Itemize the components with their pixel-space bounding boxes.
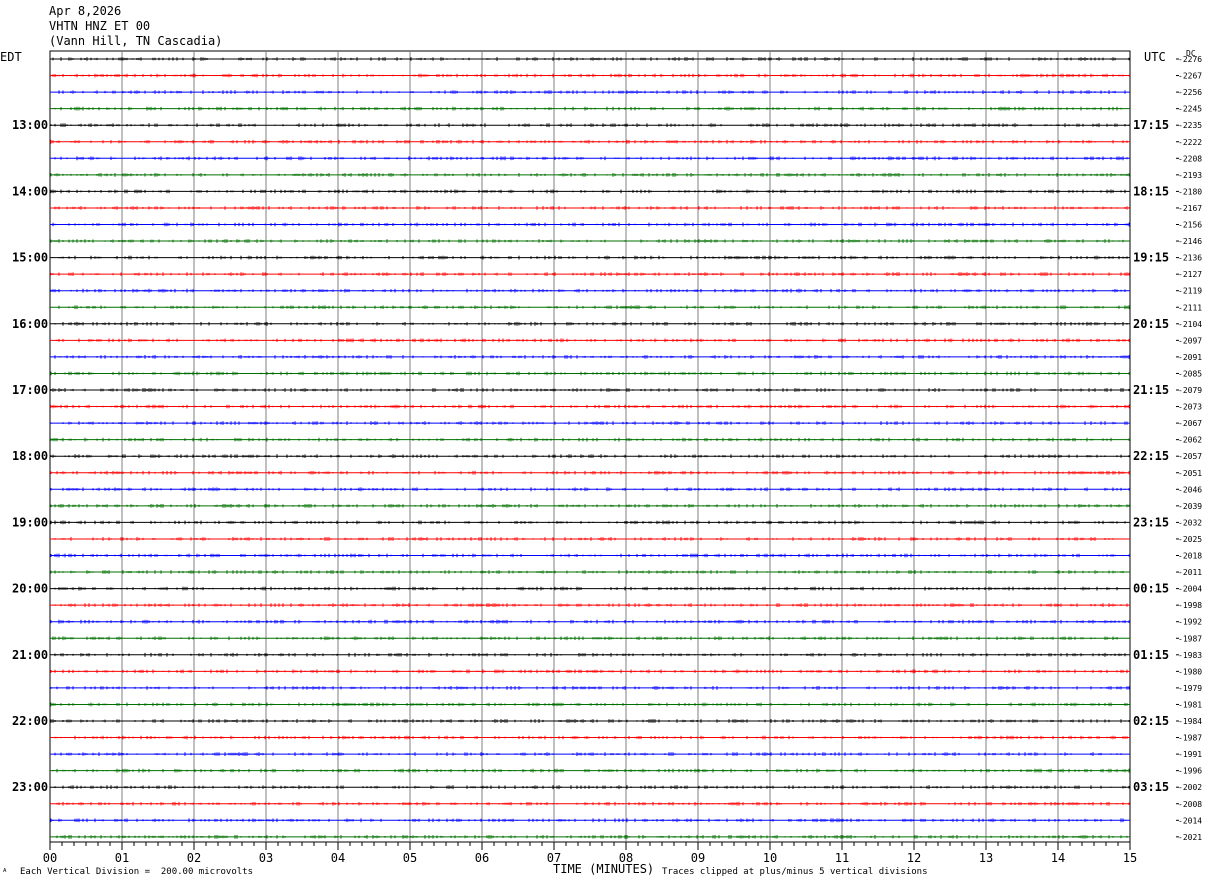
- edt-hour-label: 18:00: [12, 449, 48, 463]
- dc-offset-label: -2119: [1178, 287, 1202, 296]
- utc-hour-label: 19:15: [1133, 251, 1169, 265]
- x-tick-label: 06: [475, 851, 489, 865]
- scale-note: Each Vertical Division = 200.00 microvol…: [20, 867, 253, 877]
- x-tick-label: 01: [115, 851, 129, 865]
- dc-offset-label: -1979: [1178, 684, 1202, 693]
- dc-offset-label: -2025: [1178, 535, 1202, 544]
- dc-offset-label: -1983: [1178, 651, 1202, 660]
- edt-hour-label: 23:00: [12, 780, 48, 794]
- utc-hour-label: 03:15: [1133, 780, 1169, 794]
- dc-offset-label: -2051: [1178, 469, 1202, 478]
- dc-offset-label: -2146: [1178, 237, 1202, 246]
- utc-hour-label: 01:15: [1133, 648, 1169, 662]
- dc-offset-label: -2136: [1178, 254, 1202, 263]
- utc-hour-label: 18:15: [1133, 184, 1169, 198]
- plot-frame: [49, 50, 1131, 843]
- x-tick-label: 09: [691, 851, 705, 865]
- edt-hour-label: 14:00: [12, 184, 48, 198]
- x-tick-label: 05: [403, 851, 417, 865]
- dc-offset-label: -2111: [1178, 303, 1202, 312]
- dc-offset-label: -1996: [1178, 767, 1202, 776]
- dc-offset-label: -2245: [1178, 105, 1202, 114]
- clip-note: Traces clipped at plus/minus 5 vertical …: [662, 867, 928, 877]
- dc-offset-label: -2127: [1178, 270, 1202, 279]
- dc-offset-label: -1987: [1178, 634, 1202, 643]
- dc-offset-label: -2079: [1178, 386, 1202, 395]
- dc-offset-label: -2085: [1178, 369, 1202, 378]
- edt-hour-label: 21:00: [12, 648, 48, 662]
- x-tick-label: 10: [763, 851, 777, 865]
- dc-offset-label: -2097: [1178, 336, 1202, 345]
- corner-mark: ᴬ: [2, 868, 8, 878]
- dc-offset-label: -1991: [1178, 750, 1202, 759]
- dc-offset-label: -2039: [1178, 502, 1202, 511]
- dc-offset-label: -2021: [1178, 833, 1202, 842]
- dc-offset-label: -2008: [1178, 800, 1202, 809]
- utc-hour-label: 00:15: [1133, 582, 1169, 596]
- x-tick-label: 15: [1123, 851, 1137, 865]
- dc-offset-label: -2073: [1178, 403, 1202, 412]
- dc-offset-label: -1984: [1178, 717, 1202, 726]
- dc-offset-label: -2067: [1178, 419, 1202, 428]
- dc-offset-label: -2104: [1178, 320, 1202, 329]
- edt-hour-label: 17:00: [12, 383, 48, 397]
- dc-offset-label: -2267: [1178, 72, 1202, 81]
- x-tick-label: 11: [835, 851, 849, 865]
- edt-hour-label: 15:00: [12, 251, 48, 265]
- x-tick-label: 14: [1051, 851, 1065, 865]
- dc-offset-label: -2180: [1178, 187, 1202, 196]
- dc-offset-label: -2011: [1178, 568, 1202, 577]
- dc-offset-label: -1998: [1178, 601, 1202, 610]
- x-tick-label: 04: [331, 851, 345, 865]
- edt-hour-label: 13:00: [12, 118, 48, 132]
- dc-offset-label: -2222: [1178, 138, 1202, 147]
- dc-offset-label: -1981: [1178, 700, 1202, 709]
- dc-offset-label: -2046: [1178, 485, 1202, 494]
- utc-hour-label: 02:15: [1133, 714, 1169, 728]
- x-tick-label: 03: [259, 851, 273, 865]
- dc-offset-label: -2235: [1178, 121, 1202, 130]
- x-tick-label: 12: [907, 851, 921, 865]
- dc-offset-label: -2057: [1178, 452, 1202, 461]
- dc-offset-label: -2002: [1178, 783, 1202, 792]
- edt-hour-label: 20:00: [12, 582, 48, 596]
- dc-offset-label: -1980: [1178, 667, 1202, 676]
- utc-hour-label: 21:15: [1133, 383, 1169, 397]
- edt-hour-label: 16:00: [12, 317, 48, 331]
- x-tick-label: 13: [979, 851, 993, 865]
- dc-offset-label: -2208: [1178, 154, 1202, 163]
- x-tick-label: 00: [43, 851, 57, 865]
- dc-offset-label: -2156: [1178, 221, 1202, 230]
- dc-offset-label: -2256: [1178, 88, 1202, 97]
- edt-hour-label: 19:00: [12, 515, 48, 529]
- x-tick-label: 02: [187, 851, 201, 865]
- dc-offset-label: -2014: [1178, 816, 1202, 825]
- helicorder-chart: -2276 -2267 -2256 -2245 -2235 -2222 -2208 -2193…: [12, 50, 1202, 865]
- dc-offset-label: -2091: [1178, 353, 1202, 362]
- dc-offset-label: -2004: [1178, 585, 1202, 594]
- dc-offset-label: -2193: [1178, 171, 1202, 180]
- dc-offset-label: -1992: [1178, 618, 1202, 627]
- dc-offset-label: -2018: [1178, 552, 1202, 561]
- utc-hour-label: 20:15: [1133, 317, 1169, 331]
- utc-hour-label: 17:15: [1133, 118, 1169, 132]
- dc-offset-label: -1987: [1178, 734, 1202, 743]
- dc-offset-label: -2032: [1178, 518, 1202, 527]
- utc-hour-label: 23:15: [1133, 515, 1169, 529]
- x-axis-title: TIME (MINUTES): [553, 862, 655, 876]
- dc-offset-label: -2167: [1178, 204, 1202, 213]
- edt-hour-label: 22:00: [12, 714, 48, 728]
- dc-offset-label: -2276: [1178, 55, 1202, 64]
- dc-offset-label: -2062: [1178, 436, 1202, 445]
- utc-hour-label: 22:15: [1133, 449, 1169, 463]
